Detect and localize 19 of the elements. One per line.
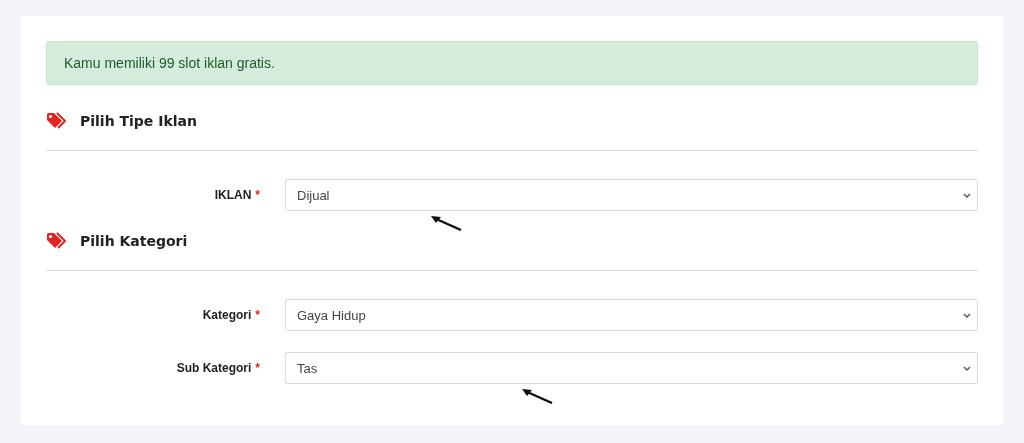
chevron-down-icon xyxy=(963,365,971,371)
select-field[interactable]: Dijual xyxy=(285,179,978,211)
field-label: Kategori xyxy=(202,308,252,322)
field-label: IKLAN xyxy=(214,188,252,202)
select-field[interactable]: Gaya Hidup xyxy=(285,299,978,331)
chevron-down-icon xyxy=(963,192,971,198)
select-field[interactable]: Tas xyxy=(285,352,978,384)
info-alert: Kamu memiliki 99 slot iklan gratis. xyxy=(46,41,978,85)
tags-icon xyxy=(46,232,68,250)
required-mark: * xyxy=(255,188,260,202)
required-mark: * xyxy=(255,308,260,322)
required-mark: * xyxy=(255,361,260,375)
chevron-down-icon xyxy=(963,312,971,318)
tags-icon xyxy=(46,112,68,130)
section-title: Pilih Kategori xyxy=(80,233,188,249)
field-label: Sub Kategori xyxy=(176,361,252,375)
arrow-icon xyxy=(521,388,553,404)
section-title: Pilih Tipe Iklan xyxy=(80,113,197,129)
arrow-icon xyxy=(430,215,462,231)
